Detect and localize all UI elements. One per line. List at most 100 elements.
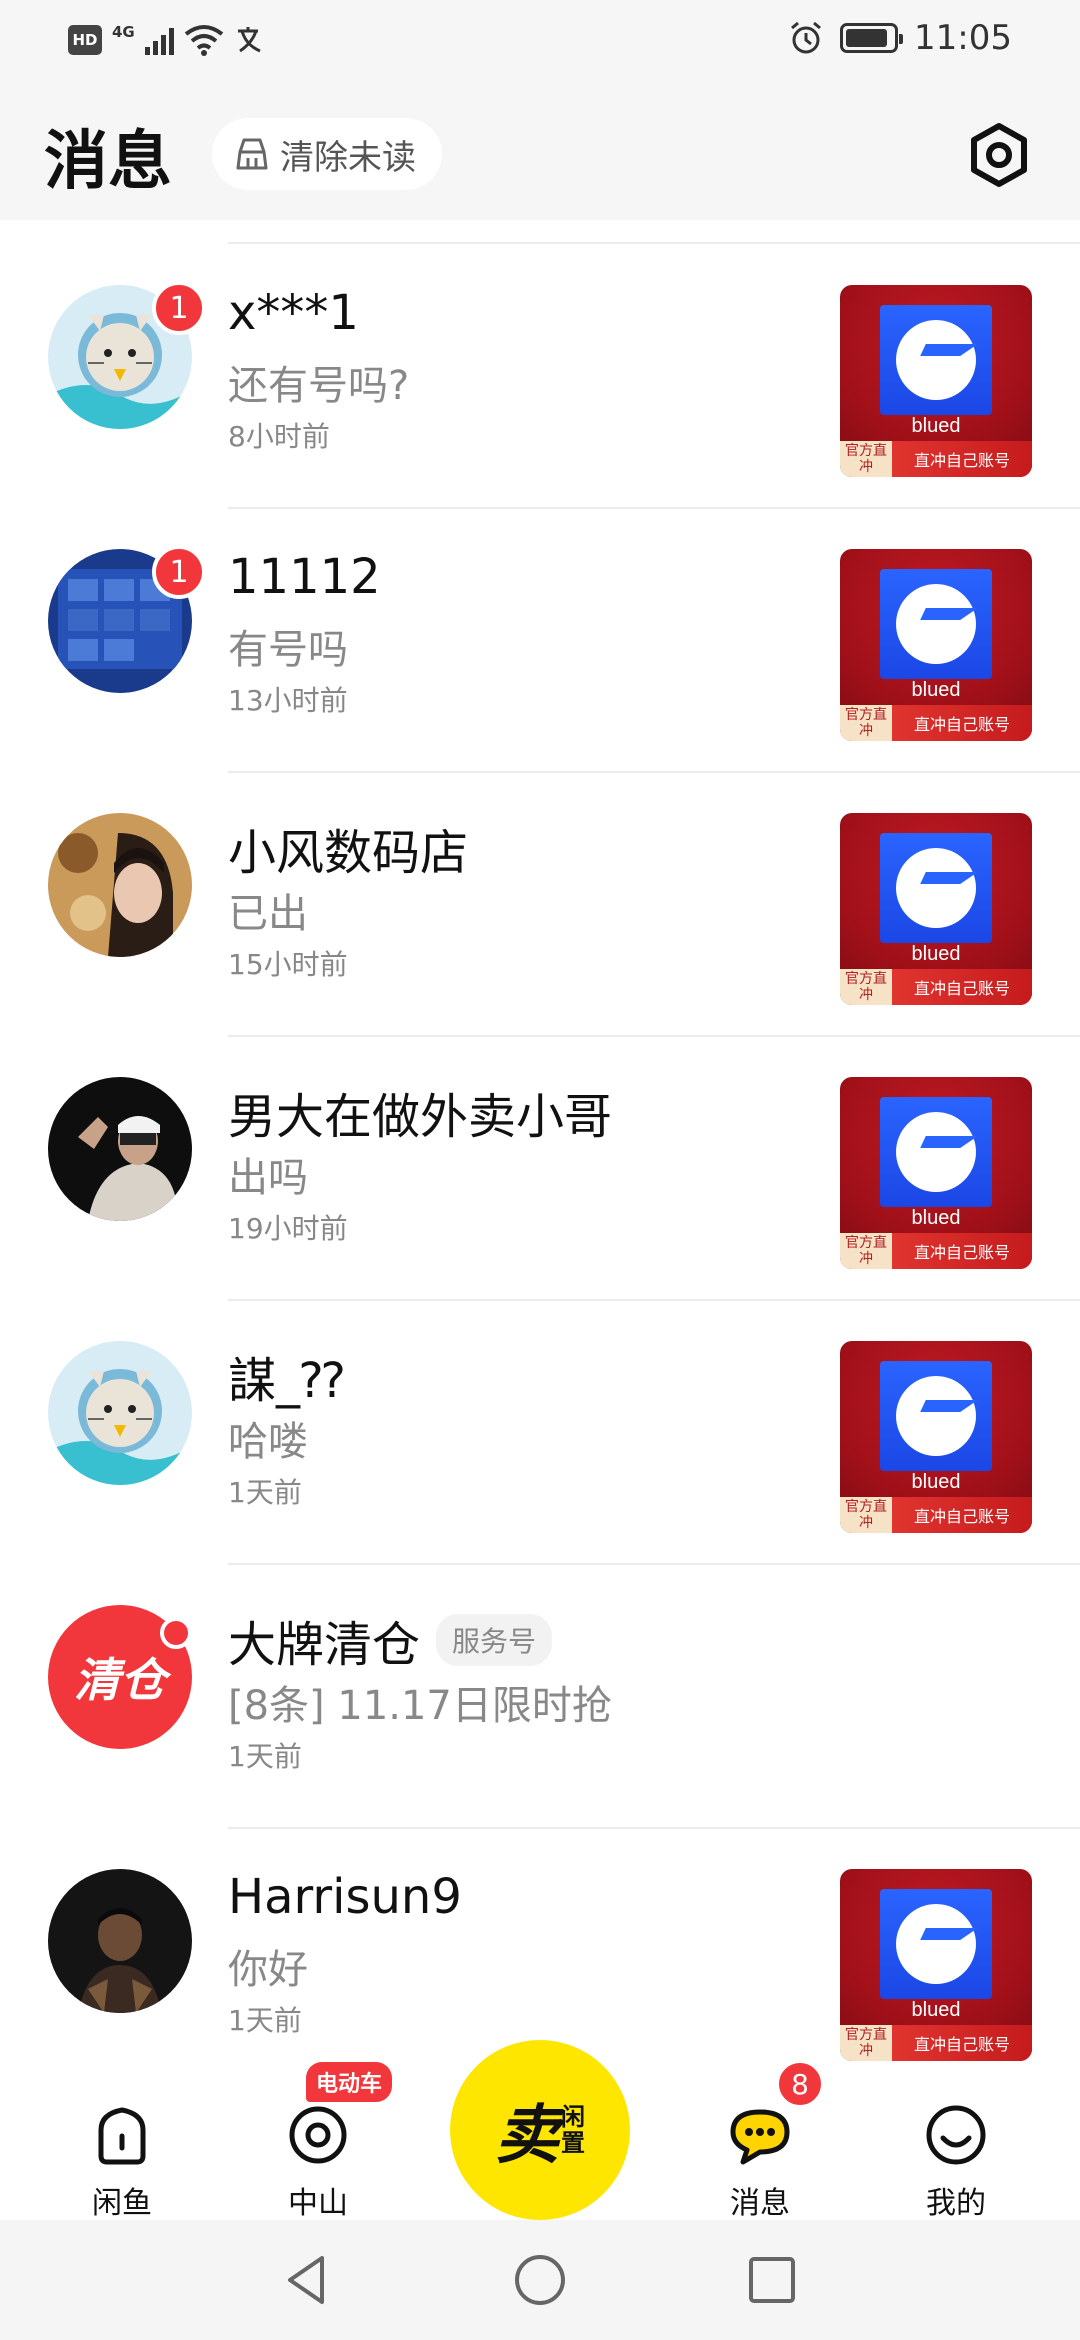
last-message: 哈喽: [228, 1419, 308, 1465]
thumbnail-brand: blued: [911, 679, 961, 701]
message-time: 15小时前: [228, 948, 348, 981]
message-time: 8小时前: [228, 420, 330, 453]
home-circle-icon[interactable]: [510, 2250, 570, 2310]
ev-tag-badge: 电动车: [306, 2062, 393, 2102]
thumbnail-caption: 直冲自己账号: [892, 1497, 1032, 1533]
conversation-row[interactable]: 清仓 大牌清仓 服务号 [8条] 11.17日限时抢 1天前: [0, 1565, 1080, 1829]
conversation-row[interactable]: 1 x***1 还有号吗? 8小时前 blued 官方直冲 直冲自己账号: [0, 245, 1080, 509]
contact-name: 11112: [228, 549, 381, 605]
home-icon: [98, 2107, 146, 2165]
location-icon: [289, 2106, 347, 2164]
sell-button[interactable]: 卖 闲 置: [450, 2040, 630, 2220]
broom-icon: [236, 138, 268, 170]
sell-sub-label: 闲 置: [561, 2104, 585, 2156]
signal-icon: [144, 25, 174, 55]
contact-name-text: x***1: [228, 285, 359, 341]
status-left: HD 4G: [68, 23, 268, 56]
settings-hex-icon[interactable]: [964, 120, 1034, 190]
conversation-row[interactable]: 1 11112 有号吗 13小时前 blued 官方直冲 直冲自己账号: [0, 509, 1080, 773]
service-account-tag: 服务号: [436, 1614, 553, 1666]
logo-text: 清仓: [74, 1653, 166, 1707]
nav-mine[interactable]: 我的: [886, 2100, 1026, 2222]
thumbnail-tag: 官方直冲: [840, 441, 892, 477]
message-time: 1天前: [228, 2004, 302, 2037]
message-time: 19小时前: [228, 1212, 348, 1245]
product-thumbnail[interactable]: blued 官方直冲 直冲自己账号: [840, 813, 1032, 1005]
product-thumbnail[interactable]: blued 官方直冲 直冲自己账号: [840, 1341, 1032, 1533]
thumbnail-tag: 官方直冲: [840, 705, 892, 741]
contact-name: 小风数码店: [228, 813, 468, 883]
product-thumbnail[interactable]: blued 官方直冲 直冲自己账号: [840, 285, 1032, 477]
photo-avatar-man: [48, 1077, 192, 1221]
clear-unread-label: 清除未读: [280, 137, 416, 178]
last-message: 出吗: [228, 1155, 308, 1201]
contact-name: 男大在做外卖小哥: [228, 1077, 612, 1147]
status-right: 11:05: [788, 18, 1012, 58]
battery-icon: [840, 23, 904, 53]
thumbnail-tag: 官方直冲: [840, 1497, 892, 1533]
contact-name-text: 大牌清仓: [228, 1617, 421, 1673]
page-header: 消息 清除未读: [0, 90, 1080, 220]
message-time: 1天前: [228, 1476, 302, 1509]
message-time: 13小时前: [228, 684, 348, 717]
photo-avatar-girl: [48, 813, 192, 957]
nav-local-label: 中山: [288, 2186, 348, 2221]
thumbnail-brand: blued: [911, 1207, 961, 1229]
contact-name: x***1: [228, 285, 359, 341]
contact-name-text: Harrisun9: [228, 1869, 462, 1925]
contact-name: 大牌清仓 服务号: [228, 1605, 553, 1675]
sell-sub-1: 闲: [561, 2103, 585, 2131]
thumbnail-brand: blued: [911, 1999, 961, 2021]
contact-name: Harrisun9: [228, 1869, 462, 1925]
thumbnail-caption: 直冲自己账号: [892, 2025, 1032, 2061]
blued-logo-icon: [880, 1889, 992, 1999]
contact-name: 謀_⁇: [228, 1341, 344, 1411]
recents-square-icon[interactable]: [742, 2250, 802, 2310]
conversation-row[interactable]: 小风数码店 已出 15小时前 blued 官方直冲 直冲自己账号: [0, 773, 1080, 1037]
thumbnail-caption: 直冲自己账号: [892, 969, 1032, 1005]
thumbnail-caption: 直冲自己账号: [892, 441, 1032, 477]
last-message: 还有号吗?: [228, 363, 410, 409]
thumbnail-brand: blued: [911, 415, 961, 437]
thumbnail-caption: 直冲自己账号: [892, 1233, 1032, 1269]
contact-name-text: 男大在做外卖小哥: [228, 1089, 613, 1145]
blued-logo-icon: [880, 569, 992, 679]
thumbnail-tag: 官方直冲: [840, 1233, 892, 1269]
unread-badge: 1: [152, 545, 206, 599]
message-time: 1天前: [228, 1740, 302, 1773]
conversation-row[interactable]: 男大在做外卖小哥 出吗 19小时前 blued 官方直冲 直冲自己账号: [0, 1037, 1080, 1301]
thumbnail-tag: 官方直冲: [840, 969, 892, 1005]
product-thumbnail[interactable]: blued 官方直冲 直冲自己账号: [840, 1077, 1032, 1269]
last-message: 有号吗: [228, 627, 348, 673]
nav-messages[interactable]: 消息: [690, 2100, 830, 2222]
unread-dot: [160, 1617, 192, 1649]
unread-badge: 1: [152, 281, 206, 335]
profile-smile-icon: [926, 2105, 986, 2165]
last-message: [8条] 11.17日限时抢: [228, 1683, 612, 1729]
conversation-list: 1 x***1 还有号吗? 8小时前 blued 官方直冲 直冲自己账号 1 1…: [0, 245, 1080, 2093]
system-nav-bar: [0, 2220, 1080, 2340]
product-thumbnail[interactable]: blued 官方直冲 直冲自己账号: [840, 549, 1032, 741]
nav-mine-label: 我的: [926, 2186, 986, 2221]
sell-label: 卖: [495, 2098, 559, 2173]
wifi-icon: [184, 25, 223, 56]
nav-home-label: 闲鱼: [92, 2186, 152, 2221]
nav-home[interactable]: 闲鱼: [52, 2100, 192, 2222]
blued-logo-icon: [880, 833, 992, 943]
thumbnail-brand: blued: [911, 1471, 961, 1493]
thumbnail-tag: 官方直冲: [840, 2025, 892, 2061]
network-type: 4G: [112, 23, 135, 41]
nav-local[interactable]: 中山: [248, 2100, 388, 2222]
conversation-row[interactable]: 謀_⁇ 哈喽 1天前 blued 官方直冲 直冲自己账号: [0, 1301, 1080, 1565]
product-thumbnail[interactable]: blued 官方直冲 直冲自己账号: [840, 1869, 1032, 2061]
messages-badge: 8: [776, 2060, 824, 2108]
back-triangle-icon[interactable]: [278, 2250, 338, 2310]
nav-messages-label: 消息: [730, 2186, 790, 2221]
blued-logo-icon: [880, 1361, 992, 1471]
contact-name-text: 小风数码店: [228, 825, 469, 881]
bottom-nav: 闲鱼 中山 电动车 卖 闲 置 消息 8 我的: [0, 2040, 1080, 2222]
clear-unread-button[interactable]: 清除未读: [212, 118, 442, 190]
last-message: 你好: [228, 1947, 308, 1993]
contact-name-text: 11112: [228, 549, 381, 605]
photo-avatar-dark: [48, 1869, 192, 2013]
